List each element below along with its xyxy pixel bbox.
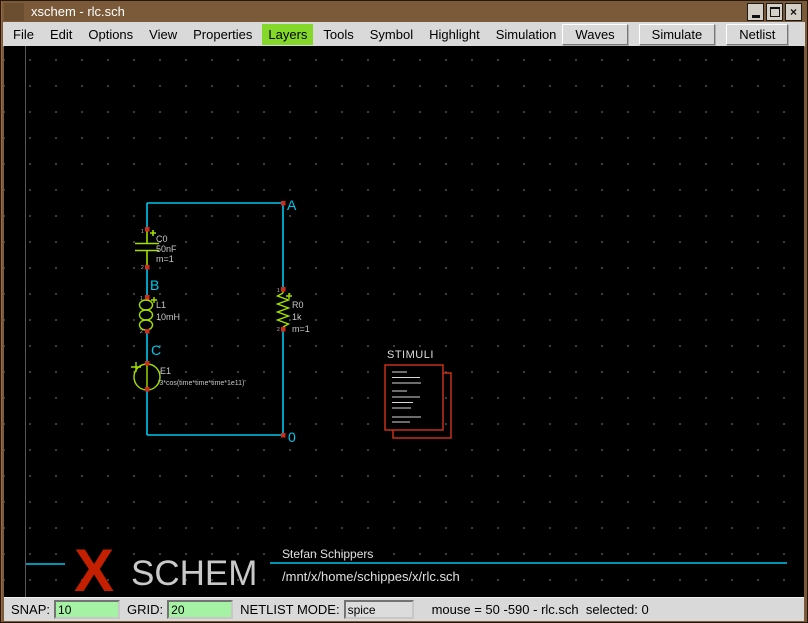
waves-button[interactable]: Waves [562, 24, 627, 45]
netlist-mode-label: NETLIST MODE: [240, 602, 339, 617]
maximize-button[interactable] [766, 3, 783, 21]
capacitor-ref: C0 [156, 234, 168, 244]
menubar: File Edit Options View Properties Layers… [3, 22, 805, 47]
mouse-status-text: mouse = 50 -590 - rlc.sch selected: 0 [432, 602, 649, 617]
statusbar: SNAP: GRID: NETLIST MODE: mouse = 50 -59… [4, 597, 804, 621]
menu-file[interactable]: File [7, 24, 40, 45]
schematic-drawing: 1 2 C0 50nF m=1 1 2 L1 10mH [4, 46, 804, 597]
resistor-value: 1k [292, 312, 302, 322]
snap-input[interactable] [54, 600, 120, 619]
minimize-icon [752, 15, 760, 18]
schematic-path-text: /mnt/x/home/schippes/x/rlc.sch [282, 569, 460, 584]
menu-view[interactable]: View [143, 24, 183, 45]
net-label-c[interactable]: C [151, 342, 161, 358]
logo-x: X [74, 537, 114, 597]
stimuli-label: STIMULI [387, 349, 434, 361]
pin-number: 1 [277, 288, 280, 294]
capacitor-mult: m=1 [156, 254, 174, 264]
maximize-icon [770, 7, 780, 17]
pin-number: 2 [140, 329, 143, 335]
close-icon: × [790, 6, 797, 18]
grid-input[interactable] [167, 600, 233, 619]
menu-options[interactable]: Options [82, 24, 139, 45]
net-label-b[interactable]: B [150, 277, 159, 293]
menu-properties[interactable]: Properties [187, 24, 258, 45]
window-menu-icon[interactable] [4, 3, 24, 21]
net-label-a[interactable]: A [287, 197, 297, 213]
xschem-window: xschem - rlc.sch × File Edit Options Vie… [0, 0, 808, 623]
netlist-mode-input[interactable] [344, 600, 414, 619]
pin-number: 1 [141, 229, 144, 235]
grid-label: GRID: [127, 602, 163, 617]
menu-simulation[interactable]: Simulation [490, 24, 563, 45]
voltage-source-symbol[interactable]: E1 '3*cos(time*time*time*1e11)' [131, 362, 246, 390]
menu-highlight[interactable]: Highlight [423, 24, 486, 45]
source-expression: '3*cos(time*time*time*1e11)' [158, 380, 246, 387]
source-ref: E1 [160, 366, 171, 376]
pin-number: 2 [141, 265, 144, 271]
resistor-mult: m=1 [292, 324, 310, 334]
capacitor-symbol[interactable]: 1 2 C0 50nF m=1 [135, 229, 177, 271]
menu-symbol[interactable]: Symbol [364, 24, 419, 45]
logo-schem: SCHEM [131, 554, 257, 593]
menubar-buttons: Waves Simulate Netlist Help [562, 24, 808, 45]
inductor-value: 10mH [156, 312, 180, 322]
capacitor-value: 50nF [156, 244, 177, 254]
menu-layers[interactable]: Layers [262, 24, 313, 45]
window-title: xschem - rlc.sch [31, 4, 125, 19]
resistor-ref: R0 [292, 300, 304, 310]
menu-tools[interactable]: Tools [317, 24, 359, 45]
schematic-canvas[interactable]: 1 2 C0 50nF m=1 1 2 L1 10mH [4, 46, 804, 597]
minimize-button[interactable] [747, 3, 764, 21]
netlist-button[interactable]: Netlist [726, 24, 788, 45]
simulate-button[interactable]: Simulate [639, 24, 716, 45]
titlebar: xschem - rlc.sch × [3, 2, 805, 22]
window-controls: × [747, 3, 802, 21]
stimuli-block[interactable]: STIMULI [385, 349, 451, 438]
menu-edit[interactable]: Edit [44, 24, 78, 45]
menu-help[interactable]: Help [799, 24, 808, 45]
pin-number: 1 [140, 296, 143, 302]
inductor-ref: L1 [156, 300, 166, 310]
pin-number: 2 [277, 327, 280, 333]
title-block[interactable]: X SCHEM Stefan Schippers /mnt/x/home/sch… [26, 537, 787, 597]
close-button[interactable]: × [785, 3, 802, 21]
net-label-0[interactable]: 0 [288, 429, 296, 445]
author-text: Stefan Schippers [282, 547, 373, 561]
snap-label: SNAP: [11, 602, 50, 617]
